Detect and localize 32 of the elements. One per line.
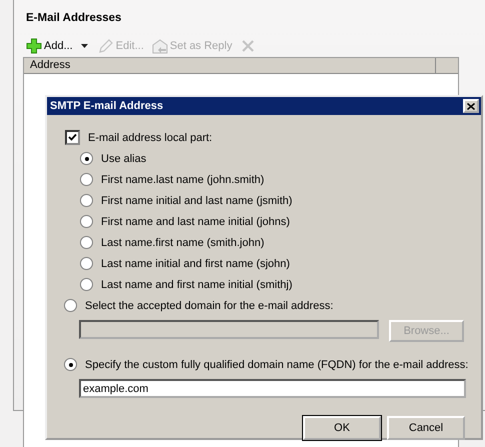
toolbar-button[interactable]: Add... [24, 38, 75, 54]
radio-label: First name.last name (john.smith) [101, 174, 264, 186]
radio-label: First name and last name initial (johns) [101, 216, 290, 228]
dialog-title: SMTP E-mail Address [50, 100, 164, 112]
section-title: E-Mail Addresses [26, 12, 122, 24]
fqdn-field[interactable]: example.com [79, 379, 466, 398]
close-button[interactable] [463, 99, 479, 113]
radio-button[interactable] [80, 152, 93, 165]
radio-button[interactable] [80, 257, 93, 270]
radio-button[interactable] [80, 173, 93, 186]
close-icon [467, 102, 475, 110]
radio-label: Specify the custom fully qualified domain name (FQDN) for the e-mail address: [85, 358, 468, 370]
radio-label: Last name.first name (smith.john) [101, 236, 264, 248]
radio-label: Use alias [101, 152, 146, 164]
checkbox[interactable] [65, 130, 80, 145]
ok-button[interactable]: OK [303, 416, 381, 440]
radio-button[interactable] [80, 236, 93, 249]
radio-label: Last name and first name initial (smithj) [101, 278, 292, 290]
radio-label: Select the accepted domain for the e-mail address: [85, 300, 334, 312]
checkbox-label: E-mail address local part: [88, 132, 212, 144]
cancel-button[interactable]: Cancel [387, 416, 465, 440]
radio-button[interactable] [80, 215, 93, 228]
radio-label: First name initial and last name (jsmith) [101, 194, 292, 206]
radio-button[interactable] [80, 278, 93, 291]
plus-icon [26, 38, 42, 54]
close-icon [240, 38, 256, 54]
radio-button[interactable] [64, 358, 77, 371]
checkmark-icon [68, 133, 77, 142]
radio-label: Last name initial and first name (sjohn) [101, 258, 290, 270]
caret-icon[interactable] [80, 44, 88, 48]
pencil-icon [98, 38, 114, 54]
radio-button[interactable] [80, 194, 93, 207]
